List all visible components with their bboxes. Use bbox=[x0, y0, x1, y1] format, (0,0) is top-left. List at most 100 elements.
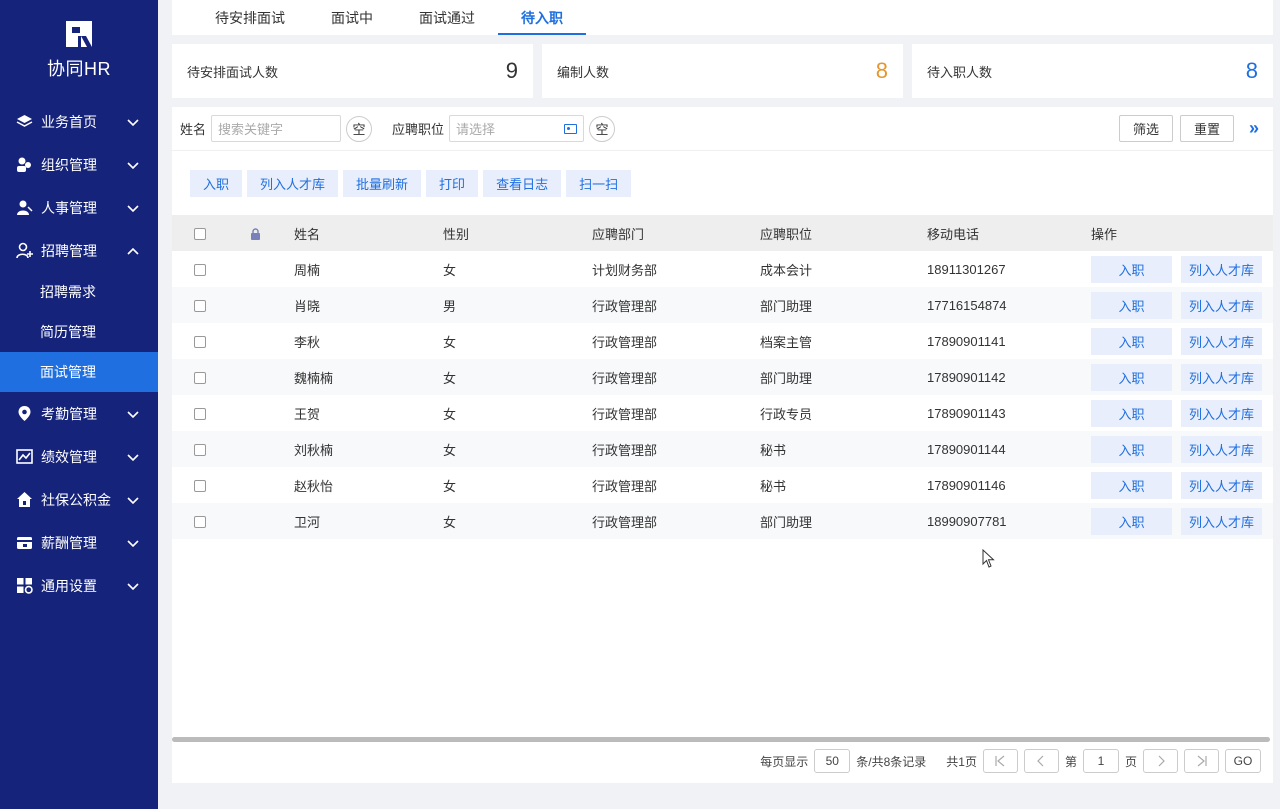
chevron-up-icon bbox=[127, 247, 139, 255]
action-button-5[interactable]: 扫一扫 bbox=[566, 169, 632, 197]
sidebar-item-0[interactable]: 业务首页 bbox=[0, 100, 158, 143]
cell-phone: 17890901143 bbox=[927, 405, 1006, 421]
sidebar-item-label: 绩效管理 bbox=[41, 448, 97, 465]
add-to-talent-pool-button[interactable]: 列入人才库 bbox=[1181, 291, 1262, 319]
action-button-0[interactable]: 入职 bbox=[190, 169, 243, 197]
cell-name: 赵秋怡 bbox=[294, 478, 334, 494]
tab-2[interactable]: 面试通过 bbox=[396, 0, 498, 35]
cell-actions: 入职 列入人才库 bbox=[1091, 431, 1273, 467]
per-page-input[interactable]: 50 bbox=[814, 749, 851, 773]
person-icon bbox=[15, 199, 33, 217]
chart-icon bbox=[15, 448, 33, 466]
position-clear-button[interactable]: 空 bbox=[589, 115, 616, 142]
row-lock-cell bbox=[228, 503, 294, 539]
first-page-icon bbox=[995, 755, 1005, 767]
cell-actions: 入职 列入人才库 bbox=[1091, 467, 1273, 503]
row-checkbox[interactable] bbox=[194, 480, 206, 493]
sidebar-item-label: 通用设置 bbox=[41, 577, 97, 594]
action-toolbar: 入职 列入人才库 批量刷新 打印 查看日志 扫一扫 bbox=[172, 151, 1273, 215]
stats-row: 待安排面试人数 9 编制人数 8 待入职人数 8 bbox=[172, 44, 1273, 98]
action-button-3[interactable]: 打印 bbox=[426, 169, 479, 197]
main-content: 待安排面试 面试中 面试通过 待入职 待安排面试人数 9 编制人数 8 待入职人数 8 姓名 搜… bbox=[172, 0, 1273, 783]
tab-0[interactable]: 待安排面试 bbox=[192, 0, 308, 35]
sidebar-item-6[interactable]: 社保公积金 bbox=[0, 478, 158, 521]
add-to-talent-pool-button[interactable]: 列入人才库 bbox=[1181, 399, 1262, 427]
last-page-icon bbox=[1197, 755, 1207, 767]
action-button-4[interactable]: 查看日志 bbox=[483, 169, 562, 197]
filter-button[interactable]: 筛选 bbox=[1118, 115, 1173, 142]
add-to-talent-pool-button[interactable]: 列入人才库 bbox=[1181, 327, 1262, 355]
onboard-button[interactable]: 入职 bbox=[1091, 399, 1172, 427]
cell-phone: 17890901142 bbox=[927, 359, 1091, 395]
add-to-talent-pool-button[interactable]: 列入人才库 bbox=[1181, 471, 1262, 499]
stat-card-2: 待入职人数 8 bbox=[912, 44, 1273, 98]
row-lock-cell bbox=[228, 359, 294, 395]
sidebar-item-2[interactable]: 人事管理 bbox=[0, 186, 158, 229]
sidebar-item-1[interactable]: 组织管理 bbox=[0, 143, 158, 186]
onboard-button[interactable]: 入职 bbox=[1091, 327, 1172, 355]
onboard-button[interactable]: 入职 bbox=[1091, 255, 1172, 283]
row-checkbox[interactable] bbox=[194, 408, 206, 421]
tab-1[interactable]: 面试中 bbox=[308, 0, 396, 35]
row-checkbox[interactable] bbox=[194, 336, 206, 349]
tab-3[interactable]: 待入职 bbox=[498, 0, 586, 35]
lock-column-header bbox=[228, 215, 294, 251]
row-select-cell bbox=[172, 251, 228, 287]
sidebar-item-7[interactable]: 薪酬管理 bbox=[0, 521, 158, 564]
position-select[interactable]: 请选择 bbox=[449, 115, 585, 142]
prev-page-button[interactable] bbox=[1023, 749, 1059, 773]
sidebar-item-8[interactable]: 通用设置 bbox=[0, 564, 158, 607]
cell-dept: 行政管理部 bbox=[592, 406, 658, 422]
onboard-button[interactable]: 入职 bbox=[1091, 435, 1172, 463]
add-to-talent-pool-button[interactable]: 列入人才库 bbox=[1181, 435, 1262, 463]
select-all-cell bbox=[172, 215, 228, 251]
add-to-talent-pool-button[interactable]: 列入人才库 bbox=[1181, 507, 1262, 535]
cell-phone: 17890901141 bbox=[927, 333, 1006, 349]
cell-gender: 女 bbox=[443, 431, 592, 467]
select-all-checkbox[interactable] bbox=[194, 228, 206, 241]
chevron-down-icon bbox=[127, 161, 139, 169]
row-select-cell bbox=[172, 359, 228, 395]
last-page-button[interactable] bbox=[1184, 749, 1219, 773]
cell-name: 李秋 bbox=[294, 334, 321, 350]
onboard-button[interactable]: 入职 bbox=[1091, 471, 1172, 499]
row-checkbox[interactable] bbox=[194, 264, 206, 277]
sidebar-subitem-0[interactable]: 招聘需求 bbox=[0, 272, 158, 312]
sidebar-item-3[interactable]: 招聘管理 bbox=[0, 229, 158, 272]
sidebar-subitem-1[interactable]: 简历管理 bbox=[0, 312, 158, 352]
content-panel: 姓名 搜索关键字 空 应聘职位 请选择 空 筛选 重置 » 入职 列入人才库 批量刷… bbox=[172, 107, 1273, 783]
name-clear-button[interactable]: 空 bbox=[346, 115, 373, 142]
pagination: 每页显示 50 条/共8条记录 共1页 第 1 页 GO bbox=[760, 739, 1273, 783]
sidebar-item-4[interactable]: 考勤管理 bbox=[0, 392, 158, 435]
grid-settings-icon bbox=[15, 577, 33, 595]
add-to-talent-pool-button[interactable]: 列入人才库 bbox=[1181, 255, 1262, 283]
onboard-button[interactable]: 入职 bbox=[1091, 507, 1172, 535]
sidebar-item-5[interactable]: 绩效管理 bbox=[0, 435, 158, 478]
cell-phone: 17890901146 bbox=[927, 477, 1006, 493]
next-page-button[interactable] bbox=[1143, 749, 1178, 773]
add-to-talent-pool-button[interactable]: 列入人才库 bbox=[1181, 363, 1262, 391]
sidebar-nav: 业务首页 组织管理 人事管理 招聘管理 招聘需求 简历管理 面试管理 考勤管理绩效管理社保公积… bbox=[0, 100, 158, 607]
page-input[interactable]: 1 bbox=[1082, 749, 1119, 773]
first-page-button[interactable] bbox=[982, 749, 1018, 773]
sidebar-item-label: 社保公积金 bbox=[41, 491, 111, 508]
onboard-button[interactable]: 入职 bbox=[1091, 363, 1172, 391]
reset-button[interactable]: 重置 bbox=[1179, 115, 1234, 142]
double-chevron-right-icon[interactable]: » bbox=[1249, 118, 1259, 139]
name-search-input[interactable]: 搜索关键字 bbox=[211, 115, 342, 142]
row-checkbox[interactable] bbox=[194, 372, 206, 385]
sidebar-subitem-2[interactable]: 面试管理 bbox=[0, 352, 158, 392]
per-page-label: 每页显示 bbox=[760, 754, 809, 769]
chevron-down-icon bbox=[127, 118, 139, 126]
go-button[interactable]: GO bbox=[1225, 749, 1261, 773]
logo: 协同HR bbox=[0, 0, 158, 100]
row-checkbox[interactable] bbox=[194, 444, 206, 457]
cell-actions: 入职 列入人才库 bbox=[1091, 503, 1273, 539]
page-suffix: 页 bbox=[1124, 754, 1137, 769]
row-checkbox[interactable] bbox=[194, 300, 206, 313]
onboard-button[interactable]: 入职 bbox=[1091, 291, 1172, 319]
action-button-1[interactable]: 列入人才库 bbox=[247, 169, 339, 197]
action-button-2[interactable]: 批量刷新 bbox=[343, 169, 422, 197]
row-checkbox[interactable] bbox=[194, 516, 206, 529]
table-header-row: 姓名 性别 应聘部门 应聘职位 移动电话 操作 bbox=[172, 215, 1273, 251]
